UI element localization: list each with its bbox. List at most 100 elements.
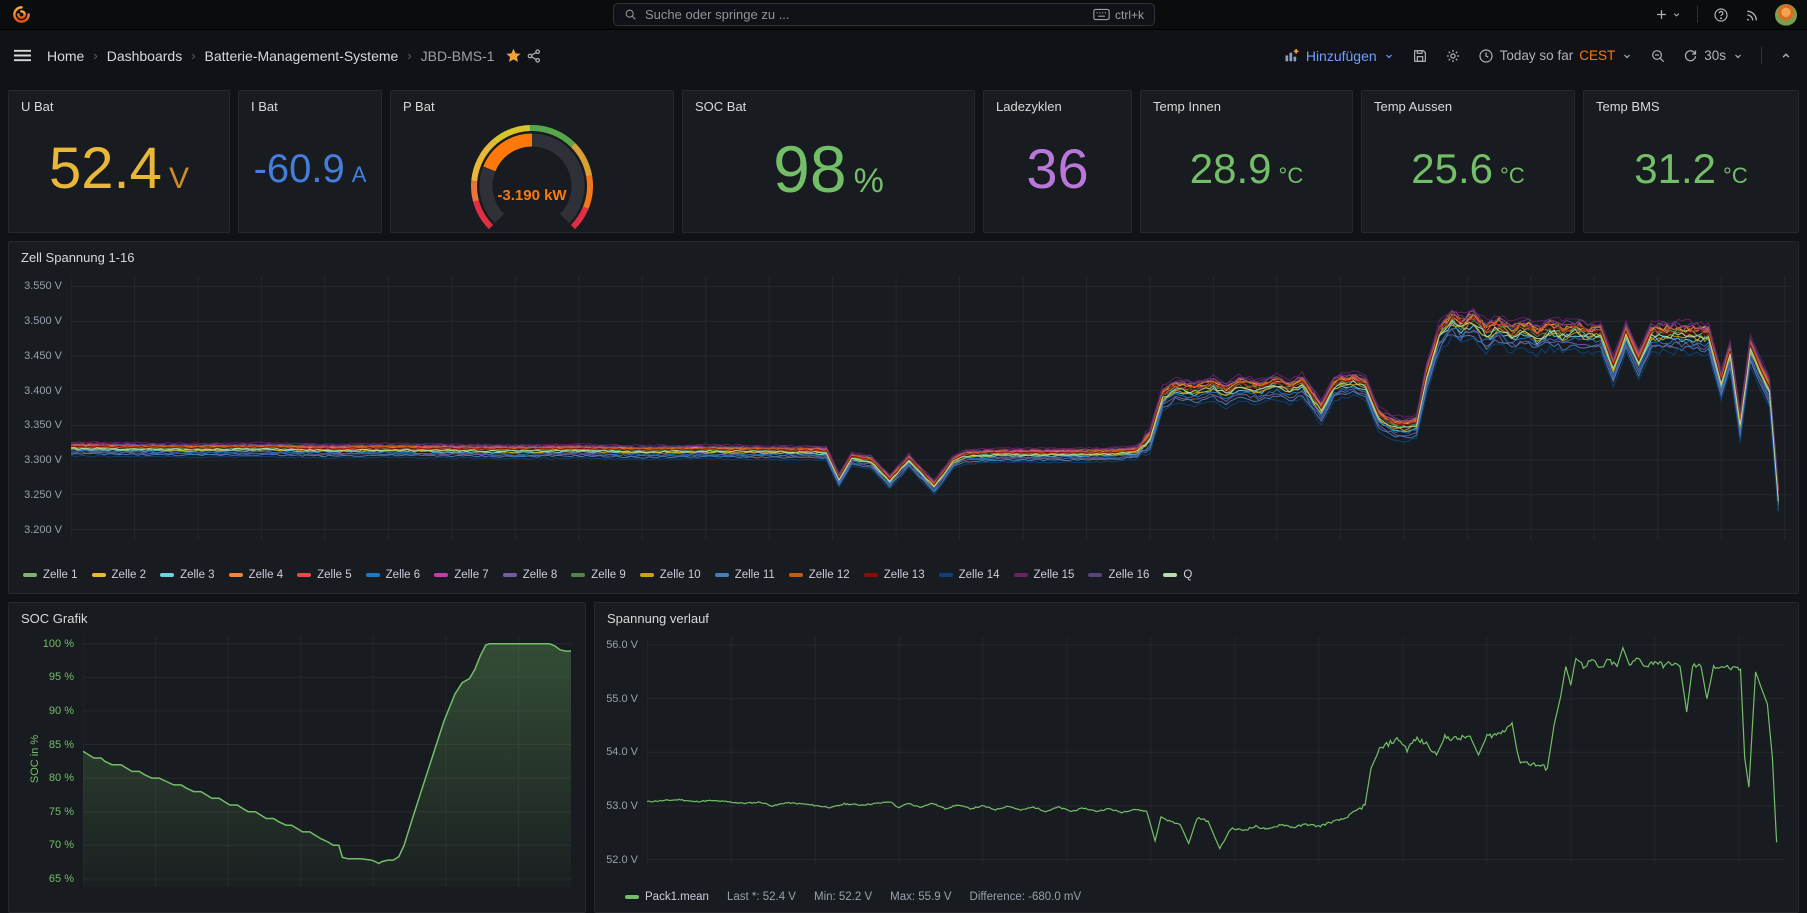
- add-panel-label: Hinzufügen: [1306, 48, 1377, 64]
- stat-value: 31.2°C: [1584, 114, 1798, 232]
- legend-item-zelle-2[interactable]: Zelle 2: [92, 569, 147, 581]
- y-tick-label: 3.400 V: [9, 384, 62, 398]
- legend-marker: [789, 573, 803, 577]
- collapse-toolbar-button[interactable]: [1779, 49, 1793, 63]
- panel-title[interactable]: SOC Grafik: [9, 603, 585, 626]
- dashboard-settings-button[interactable]: [1445, 48, 1461, 64]
- legend-item-zelle-10[interactable]: Zelle 10: [640, 569, 701, 581]
- panel-title[interactable]: Spannung verlauf: [595, 603, 1798, 626]
- y-tick-label: 70 %: [9, 838, 74, 852]
- y-tick-label: 3.200 V: [9, 523, 62, 537]
- legend-item-zelle-6[interactable]: Zelle 6: [366, 569, 421, 581]
- news-button[interactable]: [1744, 7, 1760, 23]
- panel-title[interactable]: Temp Innen: [1141, 91, 1352, 114]
- chevron-right-icon: ›: [191, 48, 195, 63]
- legend-item-zelle-12[interactable]: Zelle 12: [789, 569, 850, 581]
- breadcrumb-home[interactable]: Home: [47, 48, 84, 64]
- legend-marker: [23, 573, 37, 577]
- panel-title[interactable]: U Bat: [9, 91, 229, 114]
- new-button[interactable]: [1654, 7, 1682, 22]
- y-tick-label: 53.0 V: [595, 799, 638, 813]
- legend-item-pack1-mean[interactable]: Pack1.mean: [625, 891, 709, 903]
- legend-label: Zelle 6: [386, 569, 421, 581]
- y-tick-label: 3.450 V: [9, 349, 62, 363]
- panel-title[interactable]: I Bat: [239, 91, 381, 114]
- chevron-right-icon: ›: [93, 48, 97, 63]
- legend-marker: [503, 573, 517, 577]
- legend-item-zelle-5[interactable]: Zelle 5: [297, 569, 352, 581]
- legend-item-zelle-4[interactable]: Zelle 4: [229, 569, 284, 581]
- panel-soc-bat: SOC Bat 98%: [682, 90, 975, 233]
- zoom-out-icon: [1650, 48, 1666, 64]
- legend-label: Zelle 14: [959, 569, 1000, 581]
- legend-label: Zelle 5: [317, 569, 352, 581]
- panel-title[interactable]: Ladezyklen: [984, 91, 1131, 114]
- y-tick-label: 56.0 V: [595, 638, 638, 652]
- legend-label: Zelle 10: [660, 569, 701, 581]
- grafana-logo-icon[interactable]: [12, 5, 31, 24]
- toolbar-actions: Hinzufügen Today so far CEST 30s: [1283, 47, 1793, 64]
- legend-item-zelle-8[interactable]: Zelle 8: [503, 569, 558, 581]
- user-avatar[interactable]: [1775, 4, 1797, 26]
- gauge-arc: [391, 114, 673, 229]
- y-tick-label: 54.0 V: [595, 745, 638, 759]
- breadcrumb-folder[interactable]: Batterie-Management-Systeme: [205, 48, 399, 64]
- zell-spannung-plot[interactable]: [71, 276, 1791, 540]
- legend-item-zelle-9[interactable]: Zelle 9: [571, 569, 626, 581]
- share-icon: [526, 48, 542, 64]
- legend-stat-diff: Difference: -680.0 mV: [970, 891, 1082, 903]
- legend-marker: [366, 573, 380, 577]
- legend-item-zelle-7[interactable]: Zelle 7: [434, 569, 489, 581]
- search-shortcut: ctrl+k: [1093, 8, 1144, 22]
- legend-marker: [640, 573, 654, 577]
- spannung-verlauf-plot[interactable]: [647, 637, 1785, 865]
- menu-toggle-icon[interactable]: [14, 48, 31, 63]
- search-icon: [624, 8, 637, 21]
- divider: [1697, 6, 1698, 23]
- y-tick-label: 3.350 V: [9, 418, 62, 432]
- panel-title[interactable]: P Bat: [391, 91, 673, 114]
- save-dashboard-button[interactable]: [1412, 48, 1428, 64]
- zell-spannung-legend: Zelle 1 Zelle 2 Zelle 3 Zelle 4 Zelle 5 Zelle…: [23, 569, 1192, 581]
- refresh-interval-label: 30s: [1704, 48, 1726, 63]
- stat-value: 52.4V: [9, 114, 229, 232]
- panel-title[interactable]: Temp BMS: [1584, 91, 1798, 114]
- legend-item-zelle-16[interactable]: Zelle 16: [1088, 569, 1149, 581]
- panel-temp-bms: Temp BMS 31.2°C: [1583, 90, 1799, 233]
- legend-item-zelle-15[interactable]: Zelle 15: [1014, 569, 1075, 581]
- breadcrumb-dashboards[interactable]: Dashboards: [107, 48, 183, 64]
- chevron-down-icon: [1671, 9, 1682, 20]
- legend-item-q[interactable]: Q: [1163, 569, 1192, 581]
- chevron-down-icon: [1383, 50, 1395, 62]
- legend-item-zelle-11[interactable]: Zelle 11: [715, 569, 775, 581]
- panel-title[interactable]: Zell Spannung 1-16: [9, 242, 1798, 265]
- search-input[interactable]: Suche oder springe zu ... ctrl+k: [613, 3, 1155, 26]
- zoom-out-button[interactable]: [1650, 48, 1666, 64]
- favorite-star-icon[interactable]: [505, 47, 522, 64]
- stat-value: 28.9°C: [1141, 114, 1352, 232]
- stat-value: 98%: [683, 114, 974, 232]
- legend-marker: [715, 573, 729, 577]
- panel-title[interactable]: Temp Aussen: [1362, 91, 1574, 114]
- y-tick-label: 85 %: [9, 738, 74, 752]
- legend-item-zelle-13[interactable]: Zelle 13: [864, 569, 925, 581]
- help-button[interactable]: [1713, 7, 1729, 23]
- legend-marker: [92, 573, 106, 577]
- legend-item-zelle-14[interactable]: Zelle 14: [939, 569, 1000, 581]
- legend-marker: [160, 573, 174, 577]
- soc-grafik-plot[interactable]: [83, 635, 571, 887]
- time-range-picker[interactable]: Today so far CEST: [1478, 48, 1634, 64]
- y-tick-label: 3.250 V: [9, 488, 62, 502]
- legend-item-zelle-1[interactable]: Zelle 1: [23, 569, 78, 581]
- legend-item-zelle-3[interactable]: Zelle 3: [160, 569, 215, 581]
- refresh-icon: [1683, 48, 1698, 63]
- panel-temp-aussen: Temp Aussen 25.6°C: [1361, 90, 1575, 233]
- stat-value: 25.6°C: [1362, 114, 1574, 232]
- panel-title[interactable]: SOC Bat: [683, 91, 974, 114]
- legend-marker: [864, 573, 878, 577]
- legend-marker: [571, 573, 585, 577]
- add-panel-button[interactable]: Hinzufügen: [1283, 48, 1395, 64]
- gauge-value: -3.190 kW: [391, 187, 673, 204]
- refresh-picker[interactable]: 30s: [1683, 48, 1744, 63]
- share-button[interactable]: [526, 48, 542, 64]
